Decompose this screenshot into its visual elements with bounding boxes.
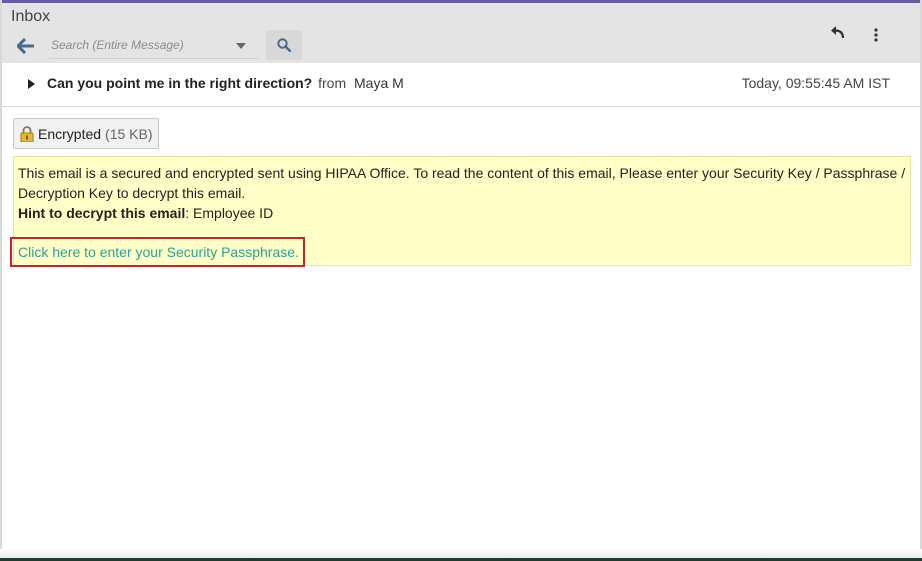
toolbar-header: Inbox [2,3,920,63]
chevron-down-icon [236,43,246,49]
lock-icon [20,125,34,142]
expand-toggle[interactable] [24,77,38,91]
page-title: Inbox [11,8,51,25]
search-icon [277,38,291,52]
encryption-notice: This email is a secured and encrypted se… [10,156,911,267]
search-scope-dropdown[interactable] [232,37,250,55]
decrypt-hint: Hint to decrypt this email: Employee ID [18,203,273,223]
more-options-button[interactable] [864,21,888,49]
message-header-row[interactable]: Can you point me in the right direction?… [2,63,920,107]
message-subject: Can you point me in the right direction? [47,75,313,91]
search-input[interactable] [49,33,229,57]
search-button[interactable] [266,30,302,60]
back-button[interactable] [8,31,44,61]
sender-name: Maya M [354,75,404,91]
reply-icon [831,26,845,39]
reply-button[interactable] [824,18,852,46]
hint-label: Hint to decrypt this email [18,205,186,221]
message-summary: Can you point me in the right direction?… [47,75,404,91]
message-timestamp: Today, 09:55:45 AM IST [741,75,890,91]
back-arrow-icon [17,38,34,54]
expand-triangle-icon [27,79,35,89]
hint-value: : Employee ID [185,205,274,221]
notice-body: This email is a secured and encrypted se… [18,165,906,201]
from-label: from [318,75,347,91]
more-vertical-icon [874,28,878,42]
search-box [49,33,259,59]
attachment-size: (15 KB) [105,125,153,142]
enter-passphrase-link[interactable]: Click here to enter your Security Passph… [18,244,299,260]
attachment-chip[interactable]: Encrypted (15 KB) [13,118,159,149]
attachment-name: Encrypted [38,125,102,142]
passphrase-link-highlight[interactable]: Click here to enter your Security Passph… [10,237,305,267]
